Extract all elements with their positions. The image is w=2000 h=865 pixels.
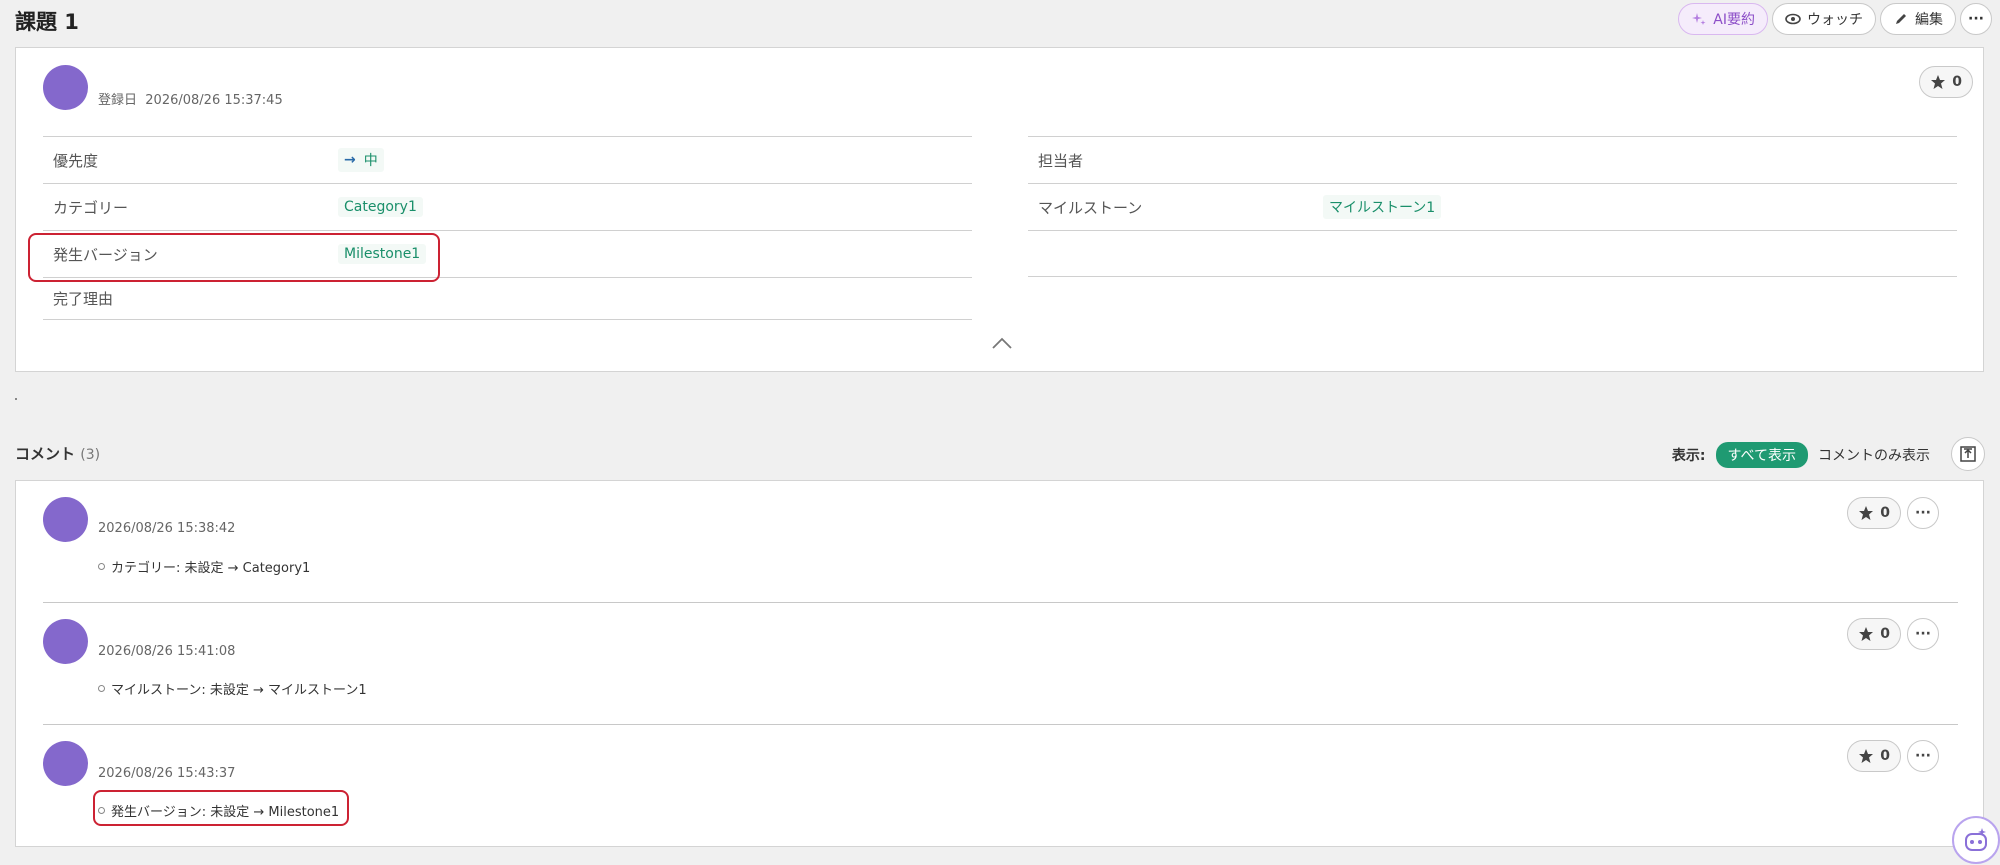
ai-summary-label: AI要約	[1713, 12, 1755, 28]
right-properties: 担当者 マイルストーン マイルストーン1	[1028, 136, 1957, 277]
change-text: カテゴリー: 未設定 → Category1	[111, 561, 311, 576]
issue-star-button[interactable]: 0	[1919, 66, 1973, 98]
star-count: 0	[1880, 626, 1890, 642]
view-comments-only-button[interactable]: コメントのみ表示	[1818, 445, 1930, 465]
comment-star-button[interactable]: 0	[1847, 740, 1901, 772]
star-icon	[1859, 627, 1874, 641]
star-count: 0	[1880, 748, 1890, 764]
star-icon	[1859, 506, 1874, 520]
property-value-milestone[interactable]: マイルストーン1	[1323, 195, 1442, 219]
chevron-up-icon[interactable]	[991, 337, 1013, 349]
more-options-button[interactable]: ···	[1960, 3, 1992, 35]
top-actions: AI要約 ウォッチ 編集 ···	[1678, 3, 1992, 35]
comment-date: 2026/08/26 15:38:42	[98, 521, 236, 536]
avatar	[43, 741, 88, 786]
collapse-up-icon	[1960, 446, 1976, 462]
bullet-icon	[98, 563, 105, 570]
comments-heading: コメント (3)	[15, 443, 100, 464]
property-row-priority: 優先度 → 中	[43, 136, 972, 183]
comment-change: カテゴリー: 未設定 → Category1	[98, 557, 310, 576]
property-value-priority[interactable]: → 中	[338, 148, 384, 172]
star-icon	[1931, 75, 1946, 89]
property-row-assignee: 担当者	[1028, 136, 1957, 183]
issue-star-count: 0	[1952, 74, 1962, 90]
bullet-icon	[98, 685, 105, 692]
divider-dot	[15, 398, 17, 400]
property-row-category: カテゴリー Category1	[43, 183, 972, 230]
avatar	[43, 619, 88, 664]
property-label: 完了理由	[53, 290, 114, 308]
eye-icon	[1785, 13, 1801, 25]
priority-value: 中	[363, 153, 378, 169]
property-value-category[interactable]: Category1	[338, 197, 423, 217]
property-row-empty	[1028, 230, 1957, 277]
collapse-comments-button[interactable]	[1951, 437, 1985, 471]
comment-star-button[interactable]: 0	[1847, 618, 1901, 650]
property-label: カテゴリー	[53, 198, 129, 217]
ai-summary-button[interactable]: AI要約	[1678, 3, 1768, 35]
property-label: 担当者	[1038, 151, 1084, 170]
property-label: マイルストーン	[1038, 198, 1143, 217]
change-text: マイルストーン: 未設定 → マイルストーン1	[111, 683, 367, 698]
comments-card: 2026/08/26 15:38:42 カテゴリー: 未設定 → Categor…	[15, 480, 1984, 847]
comment-date: 2026/08/26 15:41:08	[98, 644, 236, 659]
comment-date: 2026/08/26 15:43:37	[98, 766, 236, 781]
comment-more-button[interactable]: ···	[1907, 497, 1939, 529]
view-all-button[interactable]: すべて表示	[1715, 442, 1808, 468]
registered-date: 登録日 2026/08/26 15:37:45	[98, 89, 283, 108]
robot-icon	[1965, 828, 1987, 851]
watch-button[interactable]: ウォッチ	[1772, 3, 1876, 35]
property-label: 優先度	[53, 151, 99, 170]
comment-item: 2026/08/26 15:38:42 カテゴリー: 未設定 → Categor…	[16, 481, 1983, 602]
comment-star-button[interactable]: 0	[1847, 497, 1901, 529]
left-properties: 優先度 → 中 カテゴリー Category1 発生バージョン Mileston…	[43, 136, 972, 320]
issue-card: 登録日 2026/08/26 15:37:45 0 優先度 → 中 カテゴリー …	[15, 47, 1984, 372]
property-row-milestone: マイルストーン マイルストーン1	[1028, 183, 1957, 230]
edit-label: 編集	[1915, 12, 1943, 28]
pencil-icon	[1896, 14, 1906, 24]
registered-value: 2026/08/26 15:37:45	[145, 93, 283, 108]
view-toggle: 表示: すべて表示 コメントのみ表示	[1672, 442, 1930, 468]
comments-title: コメント	[15, 445, 76, 463]
highlight-version-row	[28, 233, 440, 282]
property-row-resolution: 完了理由	[43, 277, 972, 320]
registered-label: 登録日	[98, 93, 138, 108]
star-count: 0	[1880, 505, 1890, 521]
avatar	[43, 65, 88, 110]
watch-label: ウォッチ	[1807, 12, 1863, 28]
comments-count: (3)	[80, 447, 101, 463]
comment-change: マイルストーン: 未設定 → マイルストーン1	[98, 679, 367, 698]
page-title: 課題 1	[15, 10, 79, 34]
arrow-right-icon: →	[344, 152, 356, 168]
comment-item: 2026/08/26 15:41:08 マイルストーン: 未設定 → マイルスト…	[16, 602, 1983, 724]
highlight-version-change	[93, 790, 349, 826]
comment-more-button[interactable]: ···	[1907, 740, 1939, 772]
view-label: 表示:	[1671, 448, 1706, 464]
sparkle-icon	[1692, 13, 1706, 25]
edit-button[interactable]: 編集	[1880, 3, 1956, 35]
avatar	[43, 497, 88, 542]
star-icon	[1859, 749, 1874, 763]
comment-more-button[interactable]: ···	[1907, 618, 1939, 650]
assistant-bot-button[interactable]	[1952, 816, 2000, 864]
comment-item: 2026/08/26 15:43:37 発生バージョン: 未設定 → Miles…	[16, 724, 1983, 846]
